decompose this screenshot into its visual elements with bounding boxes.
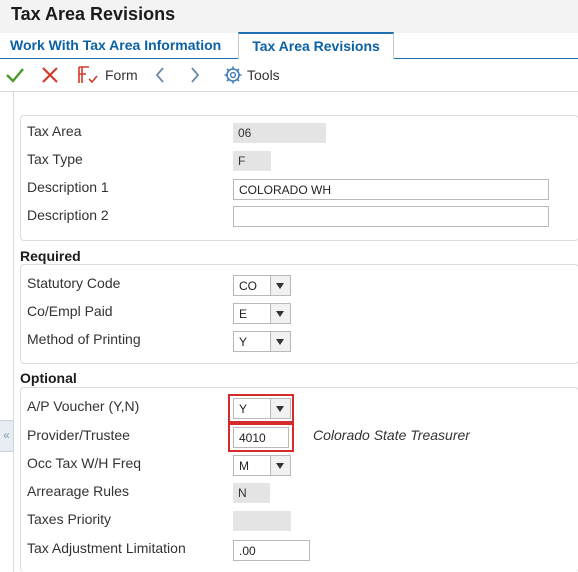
ap-voucher-value: Y bbox=[239, 402, 248, 416]
statutory-code-label: Statutory Code bbox=[27, 275, 121, 291]
chevron-down-icon[interactable] bbox=[270, 276, 290, 295]
occ-tax-freq-value: M bbox=[239, 459, 249, 473]
cancel-button[interactable] bbox=[40, 63, 60, 87]
taxes-priority-field bbox=[233, 511, 291, 531]
tab-work-with-tax-area[interactable]: Work With Tax Area Information bbox=[10, 33, 221, 58]
content-left-border bbox=[13, 92, 14, 572]
tax-area-label: Tax Area bbox=[27, 123, 82, 139]
previous-button[interactable] bbox=[153, 63, 167, 87]
method-of-printing-label: Method of Printing bbox=[27, 331, 141, 347]
gear-icon bbox=[223, 65, 243, 85]
tax-adjustment-limitation-input[interactable]: .00 bbox=[233, 540, 310, 561]
ap-voucher-select[interactable]: Y bbox=[233, 398, 291, 419]
description-2-input[interactable] bbox=[233, 206, 549, 227]
tax-adjustment-limitation-label: Tax Adjustment Limitation bbox=[27, 540, 186, 556]
optional-section-heading: Optional bbox=[20, 370, 77, 386]
close-icon bbox=[40, 65, 60, 85]
chevron-down-icon[interactable] bbox=[270, 304, 290, 323]
form-menu-label: Form bbox=[105, 67, 138, 83]
ok-button[interactable] bbox=[5, 63, 25, 87]
co-empl-paid-value: E bbox=[239, 307, 248, 321]
ap-voucher-label: A/P Voucher (Y,N) bbox=[27, 398, 140, 414]
tax-type-field: F bbox=[233, 151, 271, 171]
collapse-side-panel-button[interactable]: « bbox=[0, 420, 14, 452]
form-icon bbox=[77, 65, 99, 85]
chevron-down-icon[interactable] bbox=[270, 399, 290, 418]
arrearage-rules-field: N bbox=[233, 483, 270, 503]
toolbar: Form Tools bbox=[0, 59, 578, 92]
method-of-printing-select[interactable]: Y bbox=[233, 331, 291, 352]
form-menu-button[interactable]: Form bbox=[77, 63, 138, 87]
checkmark-icon bbox=[5, 65, 25, 85]
chevron-down-icon[interactable] bbox=[270, 332, 290, 351]
provider-trustee-label: Provider/Trustee bbox=[27, 427, 130, 443]
tools-menu-button[interactable]: Tools bbox=[223, 63, 280, 87]
next-button[interactable] bbox=[188, 63, 202, 87]
co-empl-paid-select[interactable]: E bbox=[233, 303, 291, 324]
tab-strip: Work With Tax Area Information Tax Area … bbox=[0, 32, 578, 60]
tools-menu-label: Tools bbox=[247, 67, 280, 83]
tax-type-label: Tax Type bbox=[27, 151, 83, 167]
statutory-code-select[interactable]: CO bbox=[233, 275, 291, 296]
double-chevron-left-icon: « bbox=[3, 428, 10, 442]
occ-tax-freq-select[interactable]: M bbox=[233, 455, 291, 476]
tax-area-field: 06 bbox=[233, 123, 326, 143]
occ-tax-freq-label: Occ Tax W/H Freq bbox=[27, 455, 142, 471]
provider-trustee-input[interactable]: 4010 bbox=[233, 427, 289, 448]
chevron-right-icon bbox=[188, 65, 202, 85]
co-empl-paid-label: Co/Empl Paid bbox=[27, 303, 113, 319]
description-1-input[interactable]: COLORADO WH bbox=[233, 179, 549, 200]
description-1-label: Description 1 bbox=[27, 179, 109, 195]
title-bar: Tax Area Revisions bbox=[0, 0, 578, 33]
method-of-printing-value: Y bbox=[239, 335, 248, 349]
required-section-heading: Required bbox=[20, 248, 81, 264]
page-title: Tax Area Revisions bbox=[11, 4, 176, 24]
taxes-priority-label: Taxes Priority bbox=[27, 511, 112, 527]
description-2-label: Description 2 bbox=[27, 207, 109, 223]
statutory-code-value: CO bbox=[239, 279, 257, 293]
arrearage-rules-label: Arrearage Rules bbox=[27, 483, 129, 499]
chevron-left-icon bbox=[153, 65, 167, 85]
provider-trustee-description: Colorado State Treasurer bbox=[313, 427, 470, 443]
chevron-down-icon[interactable] bbox=[270, 456, 290, 475]
tab-tax-area-revisions[interactable]: Tax Area Revisions bbox=[238, 32, 394, 60]
